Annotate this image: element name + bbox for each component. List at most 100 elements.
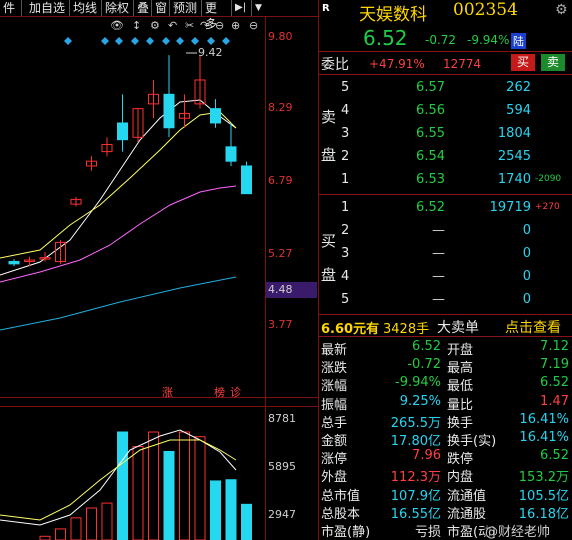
stock-name: 天娱数科	[359, 5, 427, 25]
stat-value: 16.18亿	[518, 506, 569, 522]
order-row[interactable]: 5 6.57 262	[319, 78, 572, 100]
stat-value: -0.72	[407, 357, 441, 373]
order-level: 1	[341, 172, 350, 187]
stat-row: 涨幅 -9.94% 最低 6.52	[319, 375, 572, 395]
order-volume: 594	[506, 103, 531, 118]
stat-row: 振幅 9.25% 量比 1.47	[319, 393, 572, 413]
signal-diamond	[191, 37, 199, 45]
stat-value: 9.25%	[399, 393, 441, 409]
order-price: 6.53	[416, 172, 445, 187]
price-tick-2: 6.79	[268, 174, 293, 187]
kline-chart[interactable]: 👁 ↕ ⚙ ↶ ✂ ↷ ⊖ ⊕ ⊖ 9.42	[0, 0, 318, 540]
zoom-out-icon[interactable]: ⊖	[249, 19, 258, 32]
current-price-marker: 4.48	[266, 282, 317, 298]
stat-label: 总股本	[321, 506, 361, 522]
price-change-pct: -9.94%	[467, 33, 510, 47]
big-order-label: 大卖单	[437, 320, 479, 336]
stat-label: 涨停	[321, 452, 348, 468]
stat-label: 市盈(静)	[321, 525, 371, 540]
candle-body	[225, 146, 237, 162]
signal-diamond	[222, 37, 230, 45]
badge-zhang[interactable]: 涨	[162, 384, 173, 400]
eye-icon[interactable]: 👁	[110, 19, 124, 32]
buy-button[interactable]: 买	[511, 54, 535, 71]
zoom-in-icon[interactable]: ⊕	[231, 19, 240, 32]
stat-row: 金额 17.80亿 换手(实) 16.41%	[319, 430, 572, 449]
volume-bar	[132, 446, 144, 540]
candle-body	[117, 122, 128, 141]
order-row[interactable]: 3 — 0	[319, 244, 572, 266]
volume-bar	[210, 480, 221, 540]
order-price: —	[432, 246, 445, 261]
stat-label: 开盘	[447, 343, 474, 358]
stat-value: 265.5万	[390, 415, 441, 431]
order-row[interactable]: 3 6.55 1804	[319, 124, 572, 146]
order-price: 6.52	[416, 200, 445, 215]
order-volume: 0	[522, 246, 531, 261]
order-row[interactable]: 1 6.52 19719 +270	[319, 198, 572, 220]
current-price: 6.52	[363, 26, 408, 50]
stat-value: 7.12	[540, 339, 569, 354]
order-level: 3	[341, 126, 350, 141]
stat-label: 总市值	[321, 488, 361, 504]
stat-label: 最高	[447, 361, 474, 377]
signal-diamond	[101, 37, 109, 45]
stat-value: -9.94%	[395, 375, 441, 391]
order-row[interactable]: 4 6.56 594	[319, 101, 572, 123]
volume-tick-2: 2947	[268, 508, 296, 521]
order-row[interactable]: 4 — 0	[319, 267, 572, 289]
signal-diamond	[207, 37, 215, 45]
redo-icon[interactable]: ↷	[200, 19, 209, 32]
weibi-label: 委比	[321, 57, 349, 73]
stat-label: 内盘	[447, 470, 474, 486]
big-order-link[interactable]: 点击查看	[505, 317, 561, 337]
stat-row: 最新 6.52 开盘 7.12	[319, 339, 572, 358]
stat-value: 153.2万	[518, 470, 569, 486]
stock-code: 002354	[453, 0, 518, 20]
volume-tick-1: 5895	[268, 460, 296, 473]
stat-label: 换手(实)	[447, 434, 497, 449]
badge-bang[interactable]: 榜	[214, 384, 225, 400]
volume-bar	[241, 503, 252, 540]
stat-value: 7.19	[540, 357, 569, 373]
candle-body	[8, 260, 20, 265]
order-volume: 1804	[497, 126, 531, 141]
minus-icon[interactable]: ⊖	[215, 19, 224, 32]
stat-label: 换手	[447, 415, 474, 431]
stat-value: 6.52	[412, 339, 441, 354]
volume-bar	[70, 517, 82, 540]
settings-icon[interactable]: ⚙	[150, 19, 160, 32]
stat-row: 外盘 112.3万 内盘 153.2万	[319, 466, 572, 486]
volume-bar	[163, 450, 175, 540]
order-price: —	[432, 223, 445, 238]
big-order-price: 6.60元有	[321, 322, 380, 337]
signal-markers	[64, 37, 230, 45]
volume-bar	[117, 431, 128, 540]
stat-row: 总市值 107.9亿 流通值 105.5亿	[319, 485, 572, 504]
move-up-icon[interactable]: ↕	[132, 19, 141, 32]
sell-button[interactable]: 卖	[541, 54, 565, 71]
stat-value: 16.41%	[519, 430, 569, 445]
stat-label: 最新	[321, 343, 348, 358]
stat-label: 最低	[447, 379, 474, 395]
price-tick-3: 5.27	[268, 247, 293, 260]
order-volume: 1740	[497, 172, 531, 187]
order-volume: 262	[506, 80, 531, 95]
volume-bar	[225, 479, 237, 540]
order-row[interactable]: 2 — 0	[319, 221, 572, 243]
stat-label: 总手	[321, 415, 348, 431]
order-row[interactable]: 2 6.54 2545	[319, 147, 572, 169]
undo-icon[interactable]: ↶	[168, 19, 177, 32]
order-volume: 0	[522, 223, 531, 238]
stat-label: 跌停	[447, 452, 474, 468]
order-row[interactable]: 5 — 0	[319, 290, 572, 312]
cut-icon[interactable]: ✂	[185, 19, 194, 32]
order-row[interactable]: 1 6.53 1740 -2090	[319, 170, 572, 192]
volume-bar	[55, 528, 66, 540]
badge-zhen[interactable]: 诊	[230, 384, 241, 400]
settings-gear-icon[interactable]: ⚙	[555, 2, 568, 18]
price-tick-0: 9.80	[268, 30, 293, 43]
signal-diamond	[176, 37, 184, 45]
stat-value: 112.3万	[390, 470, 441, 486]
signal-diamond	[115, 37, 123, 45]
